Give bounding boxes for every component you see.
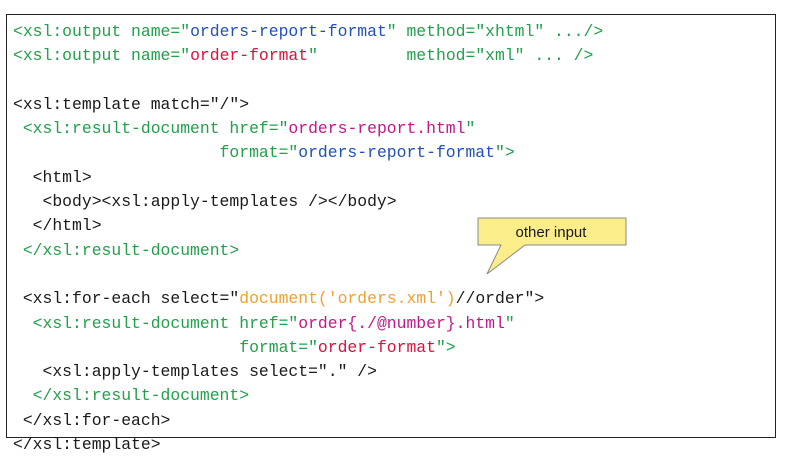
code-token: " method="xml" ... /> (308, 46, 594, 66)
code-token: order{./@number}.html (298, 313, 505, 333)
code-line: format="orders-report-format"> (13, 141, 603, 165)
code-token: <xsl:result-document href=" (13, 119, 289, 139)
code-line: </xsl:template> (13, 433, 603, 457)
code-token: format=" (13, 143, 299, 163)
code-line: <html> (13, 166, 603, 190)
code-token: <xsl:for-each select=" (13, 289, 240, 309)
code-token: <xsl:template match="/"> (13, 94, 250, 114)
code-token: <xsl:output name=" (13, 22, 191, 41)
code-token: </xsl:result-document> (13, 240, 240, 260)
code-token: //order"> (455, 289, 545, 309)
code-token: orders-report.html (288, 119, 466, 139)
callout-other-input: other input (477, 217, 627, 275)
code-token: " (465, 119, 476, 139)
code-token: <xsl:output name=" (13, 46, 191, 66)
code-token: orders-report-format (298, 143, 495, 163)
code-token: order-format (190, 46, 309, 66)
code-token: </html> (13, 216, 102, 236)
code-token: " (504, 313, 515, 333)
code-line: <xsl:template match="/"> (13, 93, 603, 117)
code-token: "> (435, 337, 456, 357)
code-line: format="order-format"> (13, 336, 603, 360)
code-token: " method="xhtml" .../> (386, 22, 604, 41)
code-line: <xsl:result-document href="orders-report… (13, 117, 603, 141)
code-token: "> (494, 143, 515, 163)
code-line: </xsl:for-each> (13, 409, 603, 433)
code-token: format=" (13, 337, 318, 357)
code-token: <xsl:apply-templates select="." /> (13, 362, 377, 382)
code-token: orders-report-format (190, 22, 387, 41)
code-token: </xsl:result-document> (13, 386, 250, 406)
code-line: <body><xsl:apply-templates /></body> (13, 190, 603, 214)
code-token: <xsl:result-document href=" (13, 313, 299, 333)
code-token: document('orders.xml') (239, 289, 456, 309)
code-token: </xsl:for-each> (13, 410, 171, 430)
code-line: <xsl:result-document href="order{./@numb… (13, 312, 603, 336)
code-line: </xsl:result-document> (13, 384, 603, 408)
code-token: <body><xsl:apply-templates /></body> (13, 192, 397, 212)
code-line: <xsl:apply-templates select="." /> (13, 360, 603, 384)
code-token: <html> (13, 167, 92, 187)
code-line: <xsl:output name="orders-report-format" … (13, 20, 603, 44)
callout-label: other input (515, 224, 587, 241)
code-token: </xsl:template> (13, 435, 161, 455)
code-token: order-format (317, 337, 436, 357)
code-line: <xsl:for-each select="document('orders.x… (13, 287, 603, 311)
code-line: <xsl:output name="order-format" method="… (13, 44, 603, 68)
